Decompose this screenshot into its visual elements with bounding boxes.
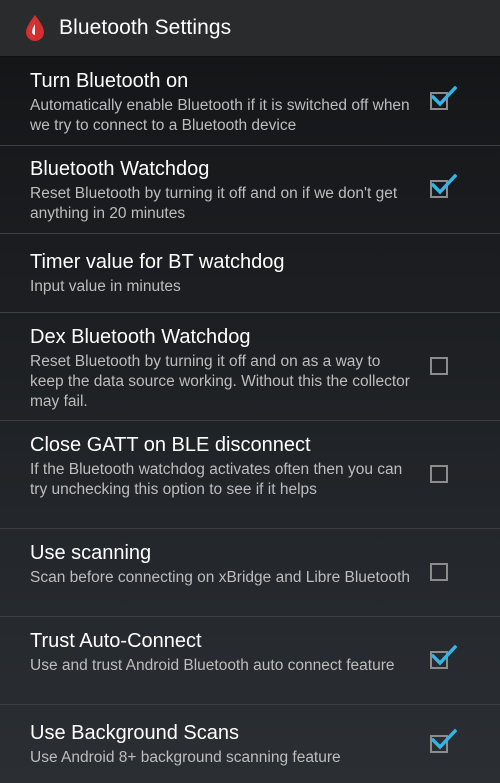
checkmark-icon — [431, 85, 457, 107]
pref-title: Bluetooth Watchdog — [30, 158, 210, 180]
pref-summary: Use and trust Android Bluetooth auto con… — [30, 657, 395, 674]
settings-screen: Bluetooth Settings Turn Bluetooth on Aut… — [0, 0, 500, 783]
preference-list: Turn Bluetooth on Automatically enable B… — [0, 58, 500, 783]
checkbox-bluetooth-watchdog[interactable] — [430, 173, 457, 198]
checkmark-icon — [431, 644, 457, 666]
pref-turn-bluetooth-on[interactable]: Turn Bluetooth on Automatically enable B… — [0, 58, 500, 146]
pref-title: Close GATT on BLE disconnect — [30, 434, 311, 456]
pref-close-gatt[interactable]: Close GATT on BLE disconnect If the Blue… — [0, 421, 500, 529]
checkbox-use-background-scans[interactable] — [430, 728, 457, 753]
pref-summary: Reset Bluetooth by turning it off and on… — [30, 185, 398, 222]
checkmark-icon — [431, 173, 457, 195]
checkbox-use-scanning[interactable] — [430, 563, 448, 581]
pref-bluetooth-watchdog[interactable]: Bluetooth Watchdog Reset Bluetooth by tu… — [0, 146, 500, 234]
action-bar: Bluetooth Settings — [0, 0, 500, 57]
checkbox-close-gatt[interactable] — [430, 465, 448, 483]
pref-summary: If the Bluetooth watchdog activates ofte… — [30, 461, 403, 498]
checkbox-trust-auto-connect[interactable] — [430, 644, 457, 669]
blood-drop-icon[interactable] — [21, 14, 49, 42]
pref-title: Use scanning — [30, 542, 152, 564]
pref-title: Timer value for BT watchdog — [30, 251, 285, 273]
page-title: Bluetooth Settings — [59, 16, 232, 39]
checkbox-dex-bluetooth-watchdog[interactable] — [430, 357, 448, 375]
pref-summary: Scan before connecting on xBridge and Li… — [30, 569, 411, 586]
pref-summary: Input value in minutes — [30, 278, 181, 295]
pref-trust-auto-connect[interactable]: Trust Auto-Connect Use and trust Android… — [0, 617, 500, 705]
pref-summary: Use Android 8+ background scanning featu… — [30, 749, 341, 766]
pref-use-scanning[interactable]: Use scanning Scan before connecting on x… — [0, 529, 500, 617]
pref-timer-value-bt-watchdog[interactable]: Timer value for BT watchdog Input value … — [0, 234, 500, 313]
pref-title: Use Background Scans — [30, 722, 240, 744]
pref-title: Trust Auto-Connect — [30, 630, 202, 652]
pref-summary: Automatically enable Bluetooth if it is … — [30, 97, 410, 134]
pref-dex-bluetooth-watchdog[interactable]: Dex Bluetooth Watchdog Reset Bluetooth b… — [0, 313, 500, 421]
pref-title: Dex Bluetooth Watchdog — [30, 326, 251, 348]
pref-summary: Reset Bluetooth by turning it off and on… — [30, 353, 410, 410]
pref-use-background-scans[interactable]: Use Background Scans Use Android 8+ back… — [0, 705, 500, 783]
checkmark-icon — [431, 728, 457, 750]
pref-title: Turn Bluetooth on — [30, 70, 189, 92]
checkbox-turn-bluetooth-on[interactable] — [430, 85, 457, 110]
